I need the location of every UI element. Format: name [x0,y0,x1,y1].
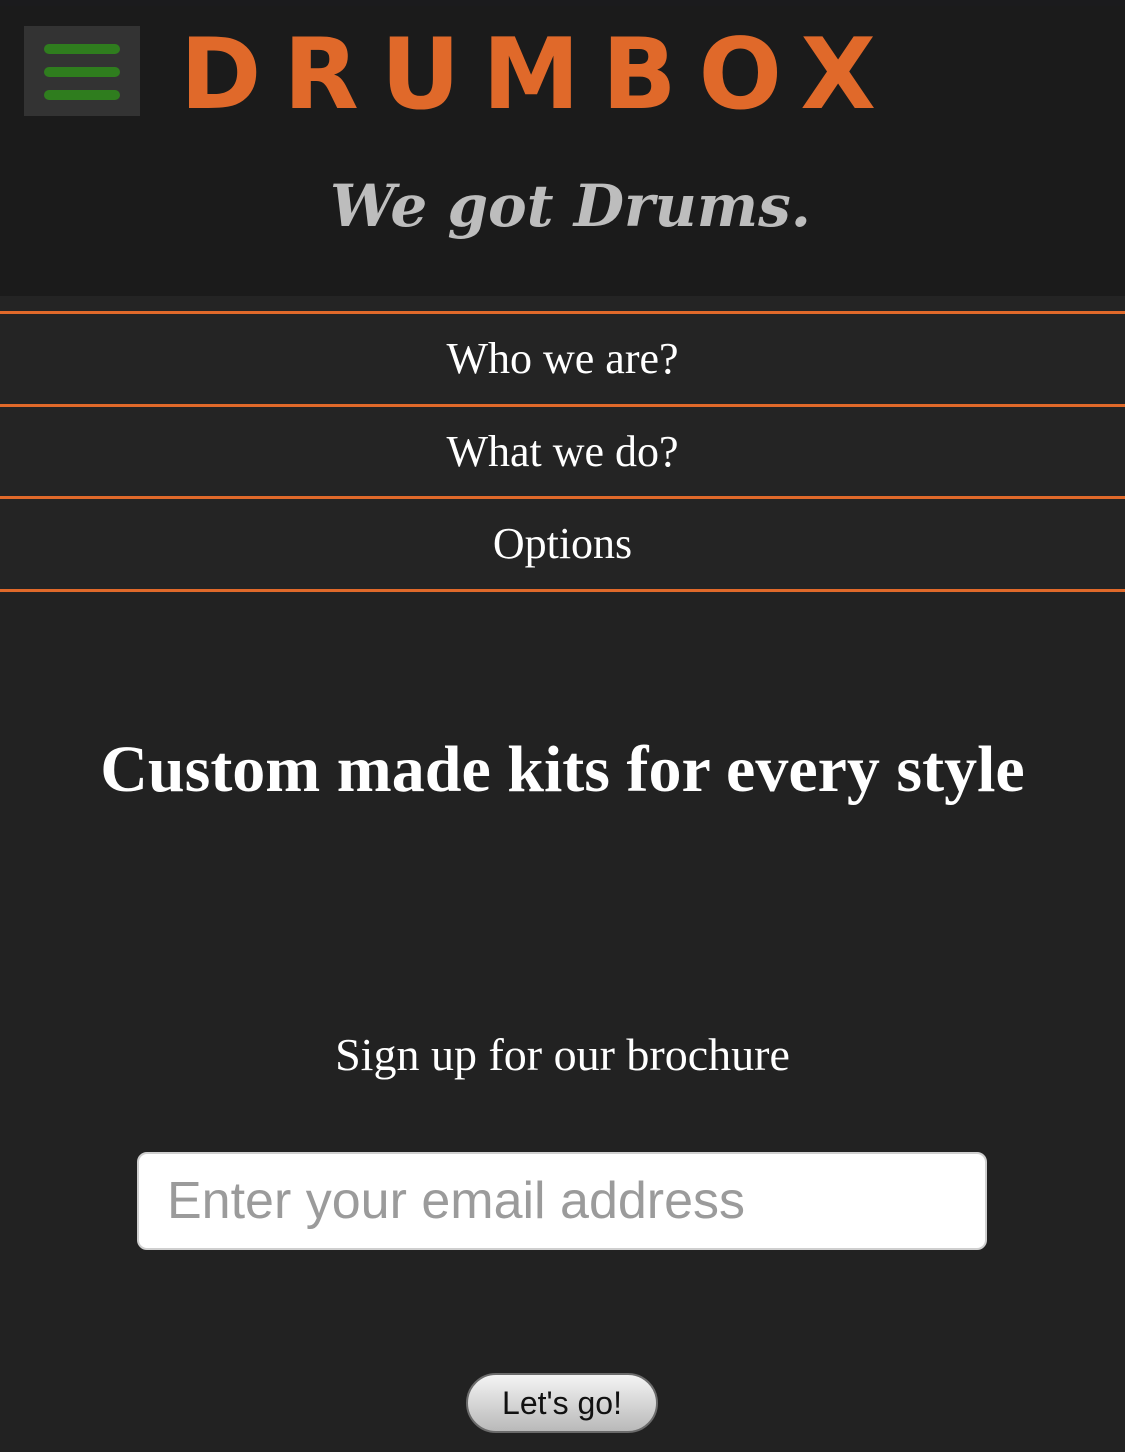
menu-bar-top [44,44,120,54]
menu-bar-bottom [44,90,120,100]
submit-button[interactable]: Let's go! [466,1373,658,1433]
main-nav: Who we are? What we do? Options [0,296,1125,593]
email-field[interactable] [137,1152,987,1250]
hamburger-menu-icon[interactable] [24,26,140,116]
nav-item-options[interactable]: Options [0,499,1125,589]
menu-bar-middle [44,67,120,77]
nav-item-what-we-do[interactable]: What we do? [0,407,1125,497]
nav-item-who-we-are[interactable]: Who we are? [0,314,1125,404]
brochure-signup-label: Sign up for our brochure [335,1029,790,1080]
site-header: DRUMBOX We got Drums. [0,6,1125,296]
site-tagline: We got Drums. [330,172,811,240]
nav-divider [0,589,1125,592]
page-headline: Custom made kits for every style [100,733,1025,806]
site-logo[interactable]: DRUMBOX [180,20,898,130]
